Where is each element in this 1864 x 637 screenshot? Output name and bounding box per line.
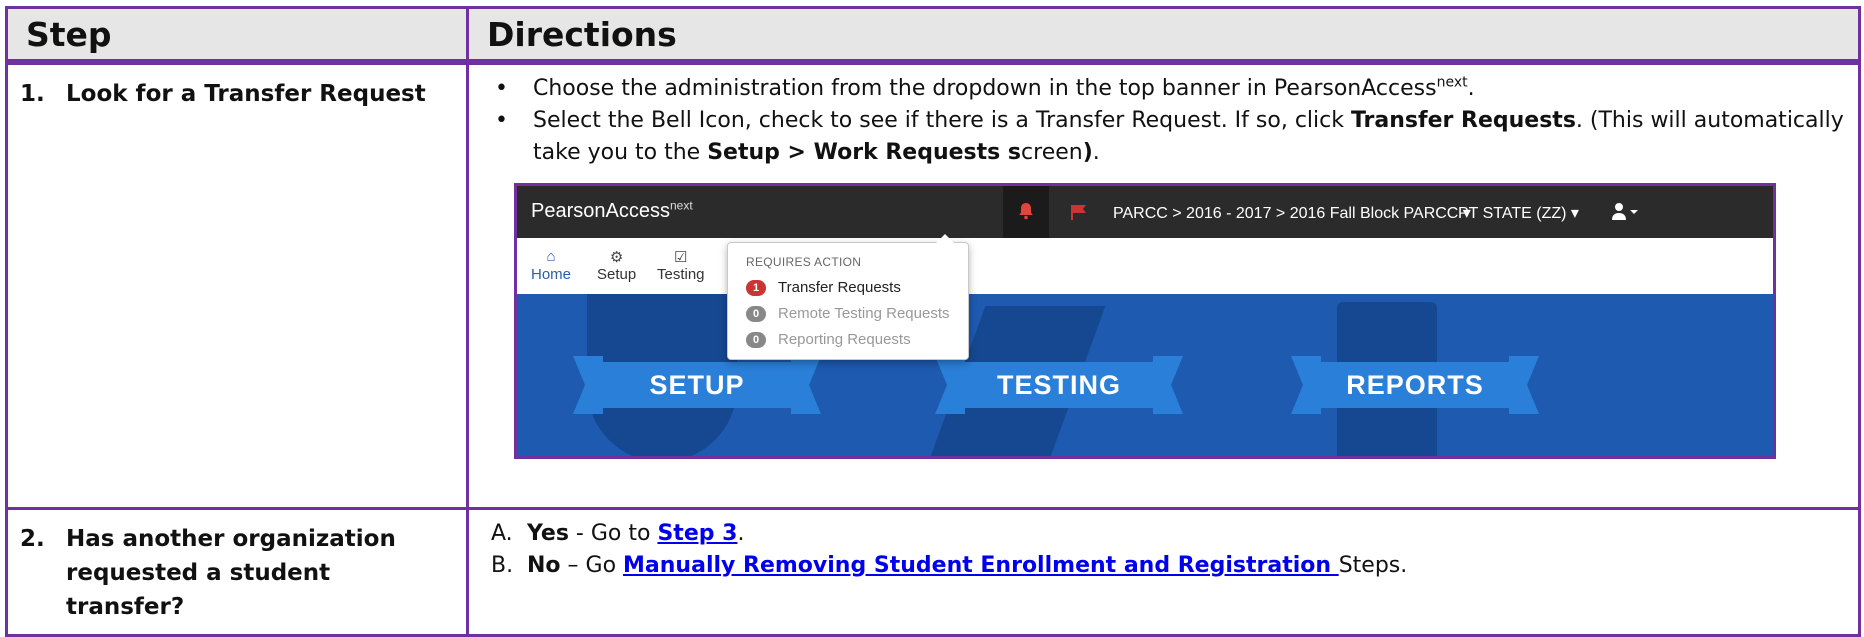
bell-button[interactable] (1003, 186, 1049, 238)
bold-text: Transfer Requests (1350, 108, 1576, 133)
dropdown-title: REQUIRES ACTION (746, 255, 862, 269)
directions-bullets: Choose the administration from the dropd… (483, 73, 1858, 169)
gear-icon: ⚙ (609, 249, 624, 266)
reports-banner[interactable]: REPORTS (1315, 362, 1515, 408)
count-badge: 0 (746, 332, 766, 349)
bell-icon (1019, 203, 1033, 220)
menu-item-label: Transfer Requests (778, 279, 901, 296)
hero-banner: SETUP TESTING REPORTS (517, 294, 1773, 456)
list-item: B. No – Go Manually Removing Student Enro… (483, 550, 1858, 582)
list-letter: A. (491, 521, 513, 546)
nav-bar: ⌂ Home ⚙ Setup ☑ Testing (517, 238, 1773, 294)
embedded-screenshot: PearsonAccessnext PARCC > 2016 - 2017 > … (514, 183, 1776, 459)
list-item: Choose the administration from the dropd… (483, 73, 1858, 105)
superscript: next (1436, 74, 1468, 91)
bold-text: No (527, 553, 561, 578)
setup-banner[interactable]: SETUP (597, 362, 797, 408)
reporting-requests-item[interactable]: 0 Reporting Requests (746, 331, 911, 349)
step-cell: 2. Has another organization requested a s… (5, 507, 469, 637)
logo-superscript: next (669, 198, 693, 213)
bold-text: Setup > Work Requests s (707, 140, 1022, 165)
transfer-requests-item[interactable]: 1 Transfer Requests (746, 279, 901, 297)
answer-text: - Go to (568, 521, 658, 546)
bold-text: Yes (527, 521, 569, 546)
remote-testing-requests-item[interactable]: 0 Remote Testing Requests (746, 305, 950, 323)
answer-list: A. Yes - Go to Step 3. B. No – Go Manually… (483, 518, 1858, 582)
nav-label: Testing (657, 266, 705, 283)
nav-setup[interactable]: ⚙ Setup (597, 248, 636, 283)
top-banner: PearsonAccessnext PARCC > 2016 - 2017 > … (517, 186, 1773, 238)
organization-dropdown[interactable]: PT STATE (ZZ) ▾ (1458, 203, 1579, 223)
menu-item-label: Remote Testing Requests (778, 305, 950, 322)
step-title: Has another organization requested a stu… (66, 526, 396, 620)
requires-action-dropdown: REQUIRES ACTION 1 Transfer Requests 0 Remo… (727, 234, 969, 360)
flag-icon[interactable] (1070, 204, 1088, 220)
logo-text: PearsonAccess (531, 200, 670, 222)
step-column-header: Step (5, 6, 469, 64)
header-row: Step Directions (5, 6, 1861, 64)
nav-label: Setup (597, 266, 637, 283)
nav-testing[interactable]: ☑ Testing (657, 248, 705, 283)
list-letter: B. (491, 553, 514, 578)
directions-column-header: Directions (466, 6, 1861, 64)
step-number: 1. (20, 81, 45, 107)
answer-text: . (737, 521, 745, 546)
table-row: 2. Has another organization requested a s… (5, 507, 1861, 637)
bullet-text: Choose the administration from the dropd… (533, 76, 1437, 101)
list-item: Select the Bell Icon, check to see if th… (483, 105, 1858, 169)
app-logo: PearsonAccessnext (531, 198, 693, 223)
step-title: Look for a Transfer Request (66, 81, 426, 107)
menu-item-label: Reporting Requests (778, 331, 911, 348)
count-badge: 1 (746, 280, 766, 297)
manual-removal-link[interactable]: Manually Removing Student Enrollment and… (623, 553, 1339, 578)
bullet-text: creen (1021, 140, 1083, 165)
nav-label: Home (531, 266, 572, 283)
count-badge: 0 (746, 306, 766, 323)
bullet-text: . (1467, 76, 1475, 101)
bullet-text: . (1092, 140, 1100, 165)
answer-text: – Go (560, 553, 624, 578)
user-menu-icon[interactable] (1611, 202, 1639, 222)
step-3-link[interactable]: Step 3 (657, 521, 737, 546)
step-cell: 1. Look for a Transfer Request (5, 60, 469, 510)
testing-banner[interactable]: TESTING (959, 362, 1159, 408)
list-item: A. Yes - Go to Step 3. (483, 518, 1858, 550)
checkbox-icon: ☑ (674, 249, 688, 266)
home-icon: ⌂ (546, 248, 556, 265)
nav-home[interactable]: ⌂ Home (531, 248, 571, 283)
step-number: 2. (20, 526, 45, 552)
answer-text: Steps. (1338, 553, 1408, 578)
administration-dropdown[interactable]: PARCC > 2016 - 2017 > 2016 Fall Block PA… (1113, 203, 1471, 223)
directions-cell: A. Yes - Go to Step 3. B. No – Go Manually… (466, 507, 1861, 637)
bullet-text: Select the Bell Icon, check to see if th… (533, 108, 1351, 133)
bold-text: ) (1082, 140, 1093, 165)
